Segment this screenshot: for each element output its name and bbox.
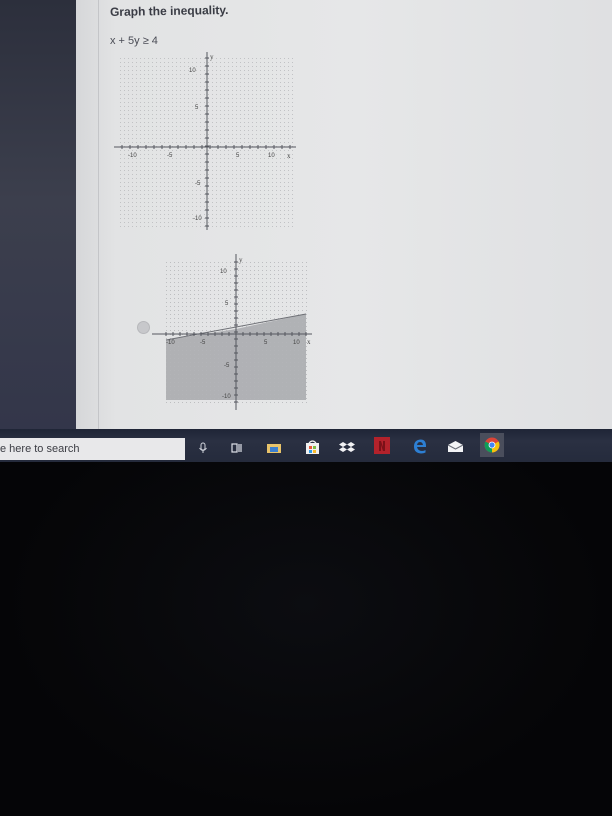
content-divider — [98, 0, 99, 430]
left-sidebar-panel — [0, 0, 76, 430]
edge-icon[interactable] — [411, 437, 428, 454]
x-axis-label: x — [287, 152, 291, 160]
x-tick-neg10: -10 — [166, 340, 175, 346]
monitor-screen: Graph the inequality. x + 5y ≥ 4 y x 10 … — [0, 0, 612, 462]
y-tick-neg10: -10 — [193, 216, 202, 222]
search-placeholder: e here to search — [0, 443, 80, 455]
dropbox-icon[interactable] — [338, 440, 356, 454]
y-tick-10: 10 — [189, 68, 196, 74]
dark-bezel-area — [0, 462, 612, 816]
answer-option-radio[interactable] — [137, 321, 150, 334]
blank-coordinate-grid[interactable]: y x 10 5 -5 -10 -10 -5 5 10 — [112, 48, 302, 234]
taskbar-search-box[interactable]: e here to search — [0, 438, 185, 460]
microphone-icon[interactable] — [196, 441, 210, 455]
y-tick-neg5: -5 — [224, 363, 230, 369]
x-axis-label: x — [307, 338, 311, 346]
x-tick-5: 5 — [236, 153, 240, 159]
y-tick-5: 5 — [225, 301, 229, 307]
task-view-icon[interactable] — [229, 440, 245, 456]
x-tick-neg5: -5 — [167, 153, 173, 159]
file-explorer-icon[interactable] — [266, 441, 282, 455]
y-axis-label: y — [210, 53, 214, 61]
inequality-expression: x + 5y ≥ 4 — [110, 35, 158, 47]
y-tick-neg10: -10 — [222, 394, 231, 400]
store-icon[interactable] — [304, 438, 320, 456]
question-title: Graph the inequality. — [109, 2, 229, 20]
x-tick-10: 10 — [268, 153, 275, 159]
y-tick-10: 10 — [220, 269, 227, 275]
mail-icon[interactable] — [446, 438, 464, 454]
netflix-icon[interactable] — [374, 437, 390, 454]
x-tick-neg5: -5 — [200, 340, 206, 346]
y-tick-5: 5 — [195, 105, 199, 111]
x-tick-10: 10 — [293, 340, 300, 346]
x-tick-neg10: -10 — [128, 153, 137, 159]
y-tick-neg5: -5 — [195, 181, 201, 187]
answer-option-graph[interactable]: y x 10 5 -5 -10 -10 -5 5 10 — [150, 250, 320, 412]
chrome-icon[interactable] — [480, 433, 504, 457]
y-axis-label: y — [239, 256, 243, 264]
